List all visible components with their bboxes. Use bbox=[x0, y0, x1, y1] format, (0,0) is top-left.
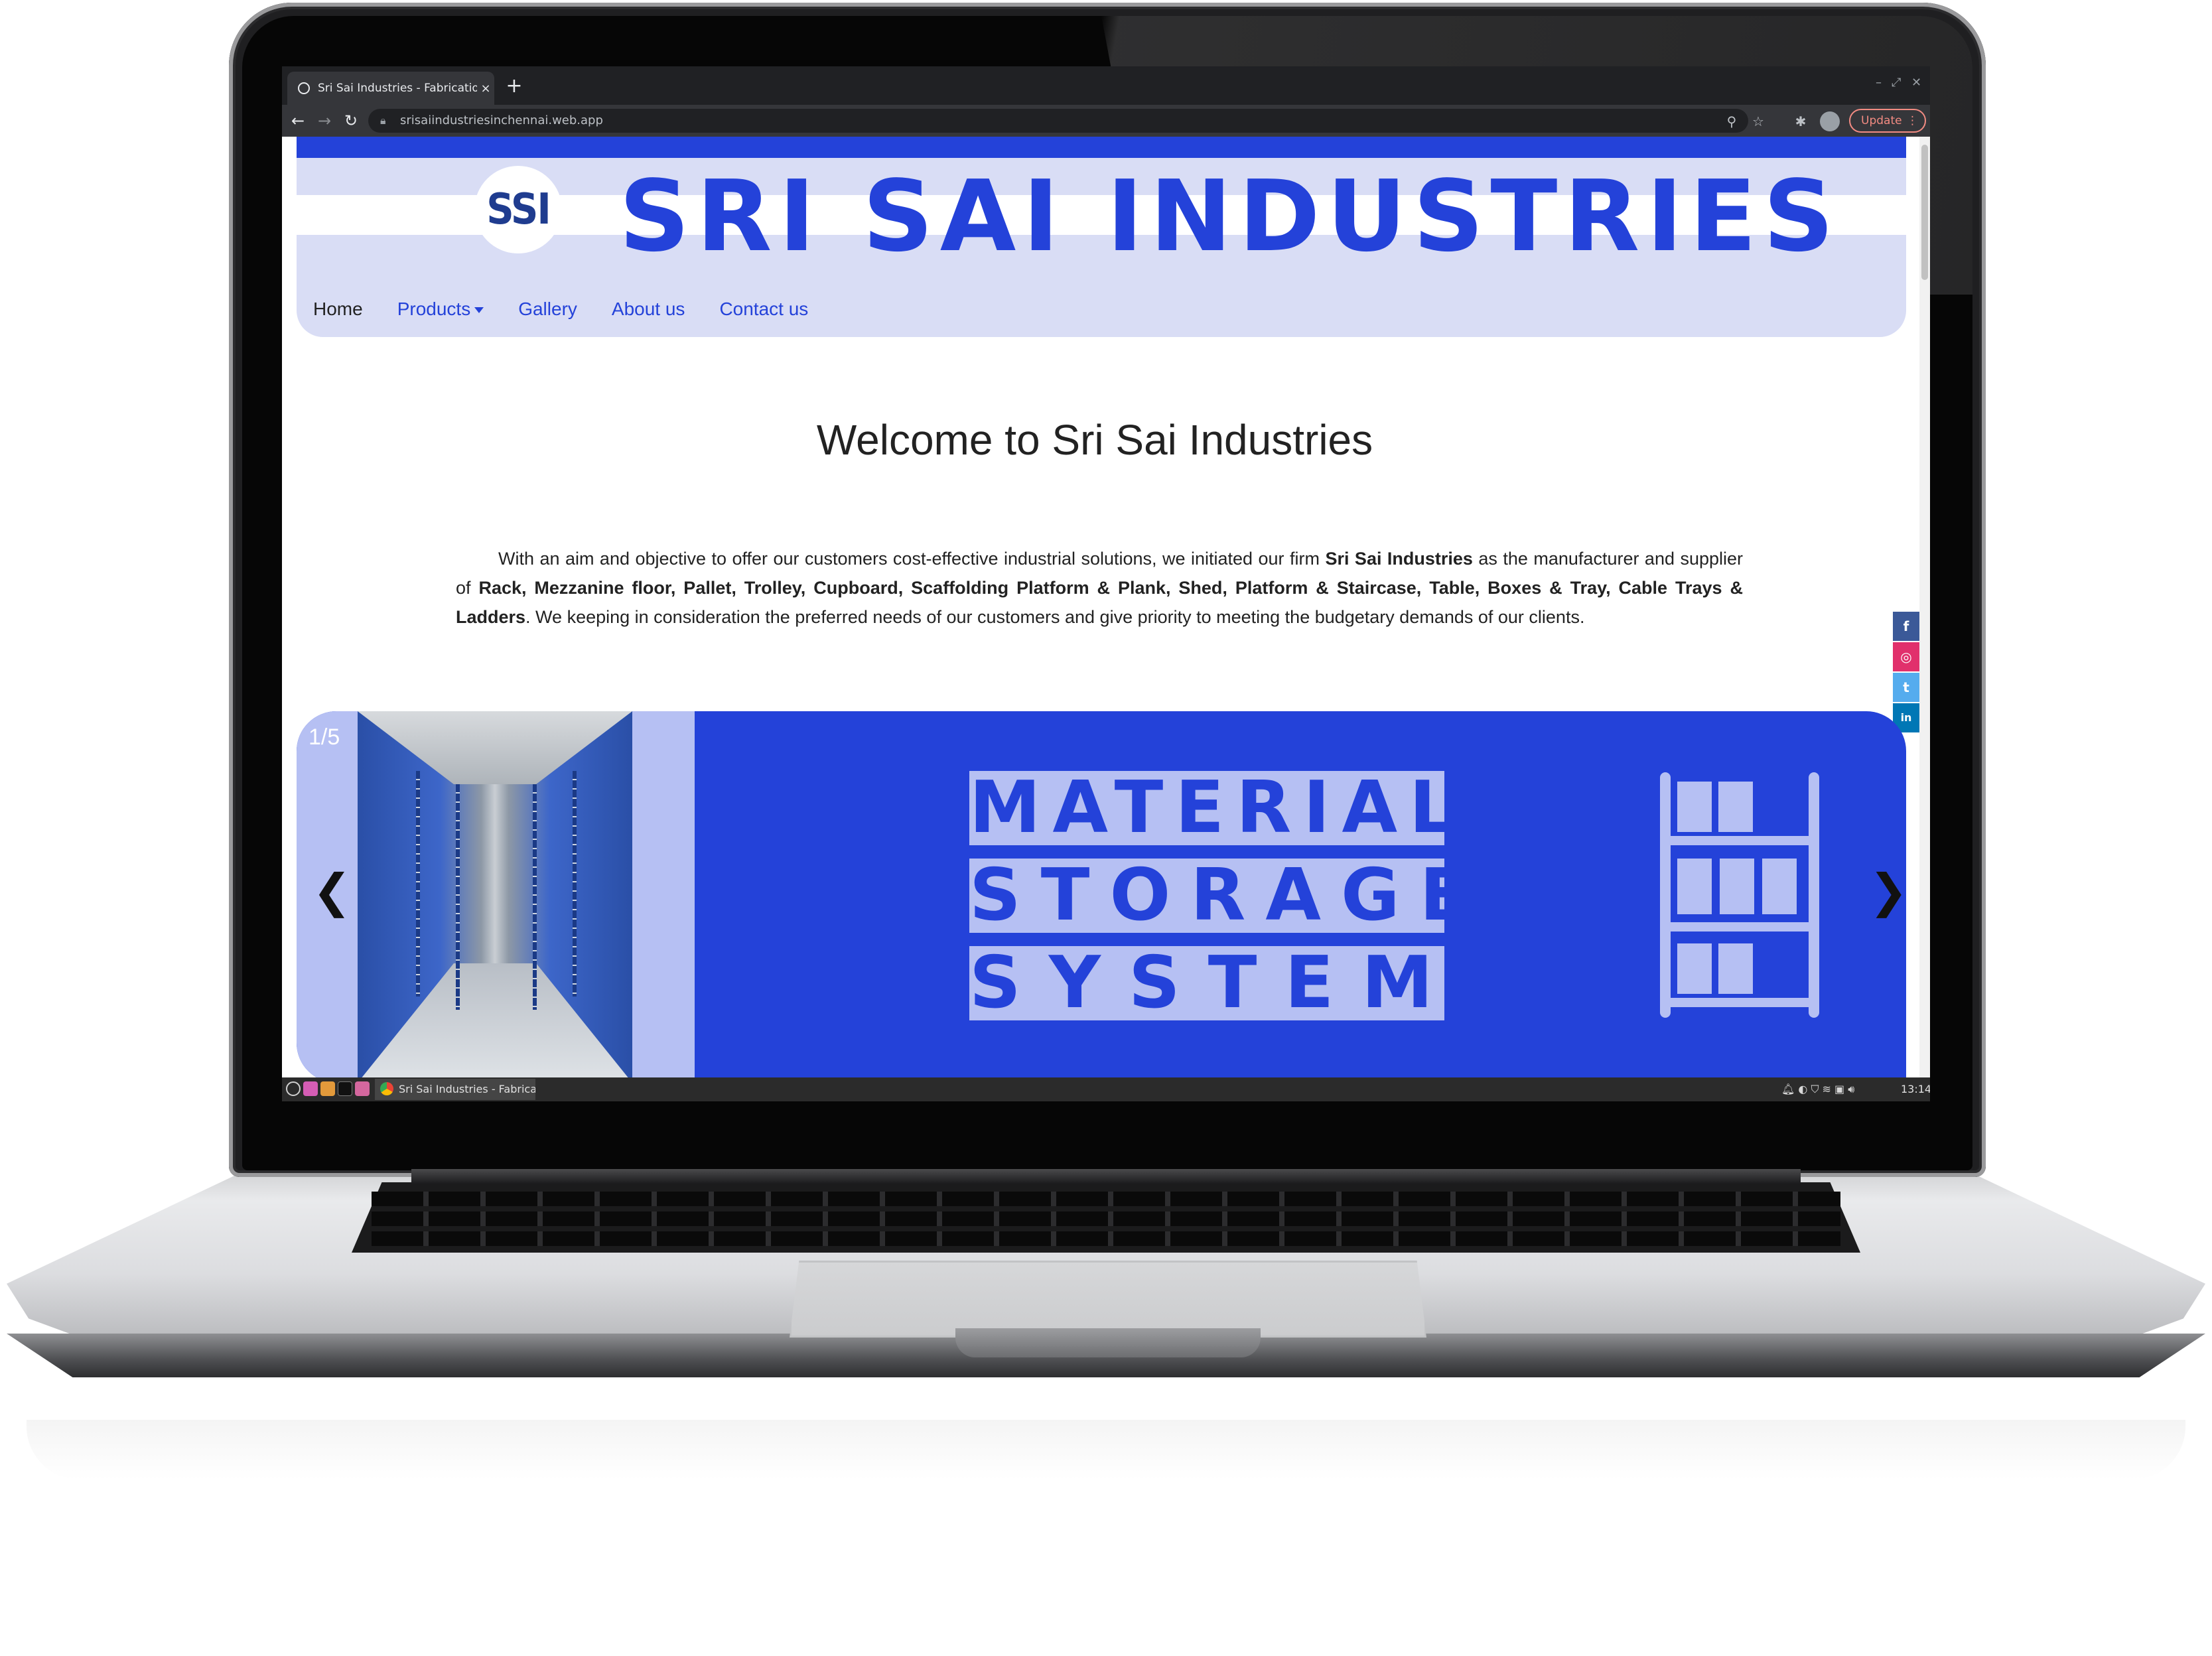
keyboard-row bbox=[372, 1211, 1840, 1226]
page-viewport: SSI SRI SAI INDUSTRIES Home Products Gal… bbox=[282, 137, 1930, 1077]
site-logo[interactable]: SSI bbox=[474, 166, 562, 253]
header-top-bar bbox=[297, 137, 1906, 158]
intro-text-1: With an aim and objective to offer our c… bbox=[498, 549, 1326, 569]
site-brand-title: SRI SAI INDUSTRIES bbox=[619, 159, 1841, 273]
slide-next-button[interactable]: ❯ bbox=[1869, 864, 1906, 918]
back-icon[interactable]: ← bbox=[286, 109, 310, 133]
menu-launcher-icon[interactable] bbox=[286, 1081, 301, 1096]
slide-text-storage: STORAGE bbox=[969, 859, 1444, 933]
close-tab-icon[interactable]: × bbox=[477, 82, 494, 96]
photo-shelf bbox=[573, 771, 577, 997]
nav-products-label: Products bbox=[397, 299, 471, 319]
taskbar-window-chrome[interactable]: Sri Sai Industries - Fabricati... bbox=[375, 1079, 535, 1100]
photo-shelf bbox=[533, 784, 537, 1010]
bookmark-star-icon[interactable]: ☆ bbox=[1748, 111, 1768, 131]
profile-avatar[interactable] bbox=[1820, 111, 1840, 131]
zoom-icon[interactable]: ⚲ bbox=[1722, 111, 1742, 131]
new-tab-button[interactable]: + bbox=[501, 73, 527, 100]
taskbar-window-title: Sri Sai Industries - Fabricati... bbox=[399, 1083, 535, 1095]
browser-tab[interactable]: Sri Sai Industries - Fabrication × bbox=[287, 72, 494, 105]
intro-firm-name: Sri Sai Industries bbox=[1325, 549, 1473, 569]
globe-icon bbox=[298, 82, 310, 94]
update-label: Update bbox=[1861, 114, 1902, 127]
shelving-rack-icon bbox=[1660, 772, 1819, 1018]
lock-icon: 🔒︎ bbox=[380, 114, 386, 127]
nav-contact[interactable]: Contact us bbox=[719, 299, 808, 320]
intro-text-3: . We keeping in consideration the prefer… bbox=[525, 607, 1585, 627]
laptop-notch bbox=[955, 1328, 1261, 1357]
screen: Sri Sai Industries - Fabrication × + – ⤢… bbox=[282, 66, 1930, 1101]
welcome-heading: Welcome to Sri Sai Industries bbox=[816, 416, 1373, 464]
slideshow: 1/5 ❮ ❯ MATERIAL STORAGE SYSTEM bbox=[297, 711, 1906, 1077]
scrollbar-thumb[interactable] bbox=[1921, 145, 1928, 280]
slide-prev-button[interactable]: ❮ bbox=[312, 864, 352, 918]
minimize-icon[interactable]: – bbox=[1876, 76, 1882, 90]
nav-about[interactable]: About us bbox=[612, 299, 685, 320]
files-icon[interactable] bbox=[320, 1081, 335, 1096]
intro-paragraph: With an aim and objective to offer our c… bbox=[456, 544, 1743, 632]
keyboard-row bbox=[372, 1231, 1840, 1246]
slide-text-system: SYSTEM bbox=[969, 946, 1444, 1020]
browser-tab-strip bbox=[282, 66, 1930, 105]
maximize-icon[interactable]: ⤢ bbox=[1892, 76, 1901, 90]
laptop-reflection bbox=[27, 1420, 2185, 1480]
menu-dots-icon: ⋮ bbox=[1907, 114, 1918, 127]
folder-icon[interactable] bbox=[355, 1081, 370, 1096]
tab-title: Sri Sai Industries - Fabrication bbox=[318, 82, 477, 95]
nav-products[interactable]: Products bbox=[397, 299, 484, 320]
update-button[interactable]: Update ⋮ bbox=[1849, 109, 1926, 133]
laptop-hinge bbox=[411, 1169, 1801, 1184]
laptop-trackpad bbox=[790, 1261, 1426, 1338]
twitter-icon[interactable]: t bbox=[1893, 673, 1919, 702]
url-text[interactable]: srisaiindustriesinchennai.web.app bbox=[400, 113, 603, 129]
app-launcher-icon[interactable] bbox=[303, 1081, 318, 1096]
extensions-icon[interactable]: ✱ bbox=[1791, 111, 1811, 131]
main-nav: Home Products Gallery About us Contact u… bbox=[313, 299, 808, 320]
slide-text-material: MATERIAL bbox=[969, 771, 1444, 845]
system-tray[interactable]: 🔔︎ ◐ ⛉ ≋ ▣ 🔊︎ bbox=[1781, 1080, 1854, 1099]
window-close-icon[interactable]: ✕ bbox=[1911, 76, 1921, 90]
facebook-icon[interactable]: f bbox=[1893, 612, 1919, 641]
terminal-icon[interactable] bbox=[338, 1081, 352, 1096]
instagram-icon[interactable]: ◎ bbox=[1893, 642, 1919, 671]
nav-gallery[interactable]: Gallery bbox=[518, 299, 577, 320]
nav-home[interactable]: Home bbox=[313, 299, 363, 320]
keyboard-row bbox=[372, 1192, 1840, 1206]
caret-down-icon bbox=[474, 307, 484, 314]
chrome-icon bbox=[380, 1082, 393, 1095]
photo-shelf bbox=[416, 771, 420, 997]
slide-counter: 1/5 bbox=[309, 724, 340, 750]
forward-icon[interactable]: → bbox=[312, 109, 336, 133]
taskbar-clock: 13:14 bbox=[1901, 1083, 1930, 1095]
photo-shelf bbox=[456, 784, 460, 1010]
reload-icon[interactable]: ↻ bbox=[339, 109, 363, 133]
